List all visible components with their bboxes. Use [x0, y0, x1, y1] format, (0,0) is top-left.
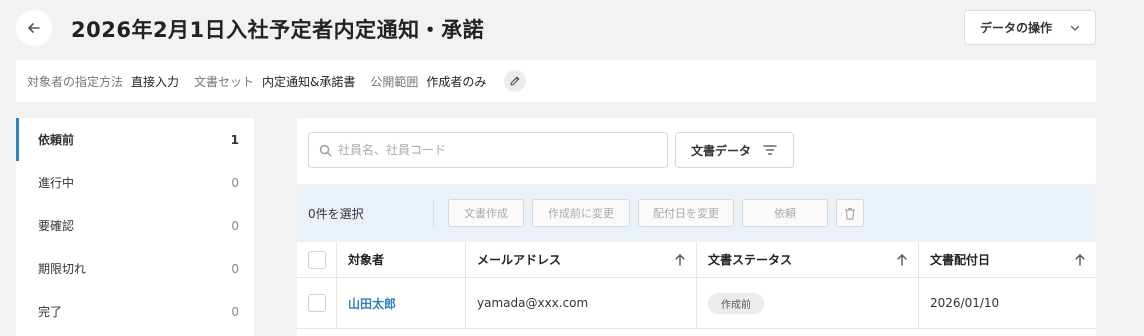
- cell-doc-status: 作成前: [697, 278, 919, 328]
- back-button[interactable]: [16, 10, 52, 46]
- chevron-down-icon: [1070, 25, 1080, 31]
- search-box[interactable]: [308, 132, 668, 168]
- header-select-cell: [297, 242, 337, 277]
- doc-set-value: 内定通知&承諾書: [262, 74, 356, 89]
- sidebar-item-before-request[interactable]: 依頼前 1: [16, 118, 254, 161]
- bulk-action-bar: 0件を選択 文書作成 作成前に変更 配付日を変更 依頼: [297, 184, 1096, 242]
- search-icon: [319, 144, 332, 157]
- sort-up-icon[interactable]: [1074, 253, 1086, 267]
- sidebar-item-count: 0: [231, 218, 239, 233]
- doc-data-filter-button[interactable]: 文書データ: [675, 132, 794, 168]
- select-all-checkbox[interactable]: [308, 250, 326, 269]
- cell-email: yamada@xxx.com: [466, 278, 697, 328]
- filter-label: 文書データ: [691, 143, 752, 158]
- sidebar-item-label: 依頼前: [38, 133, 75, 147]
- email-text: yamada@xxx.com: [477, 296, 589, 310]
- pencil-icon: [510, 76, 520, 86]
- sidebar-item-count: 1: [230, 132, 239, 147]
- employee-name-link[interactable]: 山田太郎: [348, 295, 396, 312]
- page-title: 2026年2月1日入社予定者内定通知・承諾: [71, 18, 485, 42]
- sidebar-item-label: 期限切れ: [38, 262, 87, 276]
- data-operations-label: データの操作: [980, 21, 1053, 35]
- filter-icon: [763, 145, 777, 155]
- header-label: 文書ステータス: [708, 253, 793, 267]
- header-label: 文書配付日: [930, 253, 991, 267]
- change-to-pre-creation-button[interactable]: 作成前に変更: [532, 199, 630, 227]
- sidebar-item-completed[interactable]: 完了 0: [16, 290, 254, 333]
- main-panel: 文書データ 0件を選択 文書作成 作成前に変更 配付日を変更 依頼 対象者 メー…: [297, 118, 1096, 336]
- header-label: 対象者: [348, 253, 385, 267]
- sidebar-item-count: 0: [231, 304, 239, 319]
- sidebar-item-label: 進行中: [38, 176, 75, 190]
- status-badge: 作成前: [708, 292, 764, 314]
- cell-distribution-date: 2026/01/10: [919, 278, 1096, 328]
- date-text: 2026/01/10: [930, 296, 1000, 310]
- sidebar-item-count: 0: [231, 175, 239, 190]
- create-document-button[interactable]: 文書作成: [448, 199, 524, 227]
- sidebar-item-count: 0: [231, 261, 239, 276]
- status-sidebar: 依頼前 1 進行中 0 要確認 0 期限切れ 0 完了 0: [16, 118, 254, 336]
- sidebar-item-expired[interactable]: 期限切れ 0: [16, 247, 254, 290]
- employee-table: 対象者 メールアドレス 文書ステータス 文書配付日 山田太郎 yamada@xx…: [297, 242, 1096, 329]
- header-doc-status[interactable]: 文書ステータス: [697, 242, 919, 277]
- sidebar-item-needs-review[interactable]: 要確認 0: [16, 204, 254, 247]
- arrow-left-icon: [28, 23, 40, 33]
- sidebar-item-label: 要確認: [38, 219, 75, 233]
- scope-value: 作成者のみ: [426, 74, 487, 89]
- target-method-label: 対象者の指定方法: [27, 74, 124, 89]
- scope-label: 公開範囲: [370, 74, 419, 89]
- header-email[interactable]: メールアドレス: [466, 242, 697, 277]
- sidebar-item-label: 完了: [38, 305, 63, 319]
- table-header-row: 対象者 メールアドレス 文書ステータス 文書配付日: [297, 242, 1096, 278]
- table-row: 山田太郎 yamada@xxx.com 作成前 2026/01/10: [297, 278, 1096, 329]
- target-method-value: 直接入力: [131, 74, 180, 89]
- search-input[interactable]: [338, 143, 638, 157]
- cell-target: 山田太郎: [337, 278, 466, 328]
- header-label: メールアドレス: [477, 253, 562, 267]
- delete-button[interactable]: [836, 199, 864, 227]
- trash-icon: [845, 207, 855, 220]
- sort-up-icon[interactable]: [674, 253, 686, 267]
- sort-up-icon[interactable]: [896, 253, 908, 267]
- sidebar-item-in-progress[interactable]: 進行中 0: [16, 161, 254, 204]
- request-button[interactable]: 依頼: [742, 199, 828, 227]
- selected-count: 0件を選択: [308, 206, 364, 221]
- data-operations-button[interactable]: データの操作: [964, 10, 1096, 45]
- row-select-cell: [297, 278, 337, 328]
- edit-settings-button[interactable]: [504, 70, 527, 92]
- row-checkbox[interactable]: [308, 294, 326, 312]
- settings-summary-bar: 対象者の指定方法 直接入力 文書セット 内定通知&承諾書 公開範囲 作成者のみ: [16, 60, 1096, 102]
- doc-set-label: 文書セット: [194, 74, 255, 89]
- change-distribution-date-button[interactable]: 配付日を変更: [638, 199, 734, 227]
- divider: [433, 199, 434, 227]
- header-distribution-date[interactable]: 文書配付日: [919, 242, 1096, 277]
- header-target: 対象者: [337, 242, 466, 277]
